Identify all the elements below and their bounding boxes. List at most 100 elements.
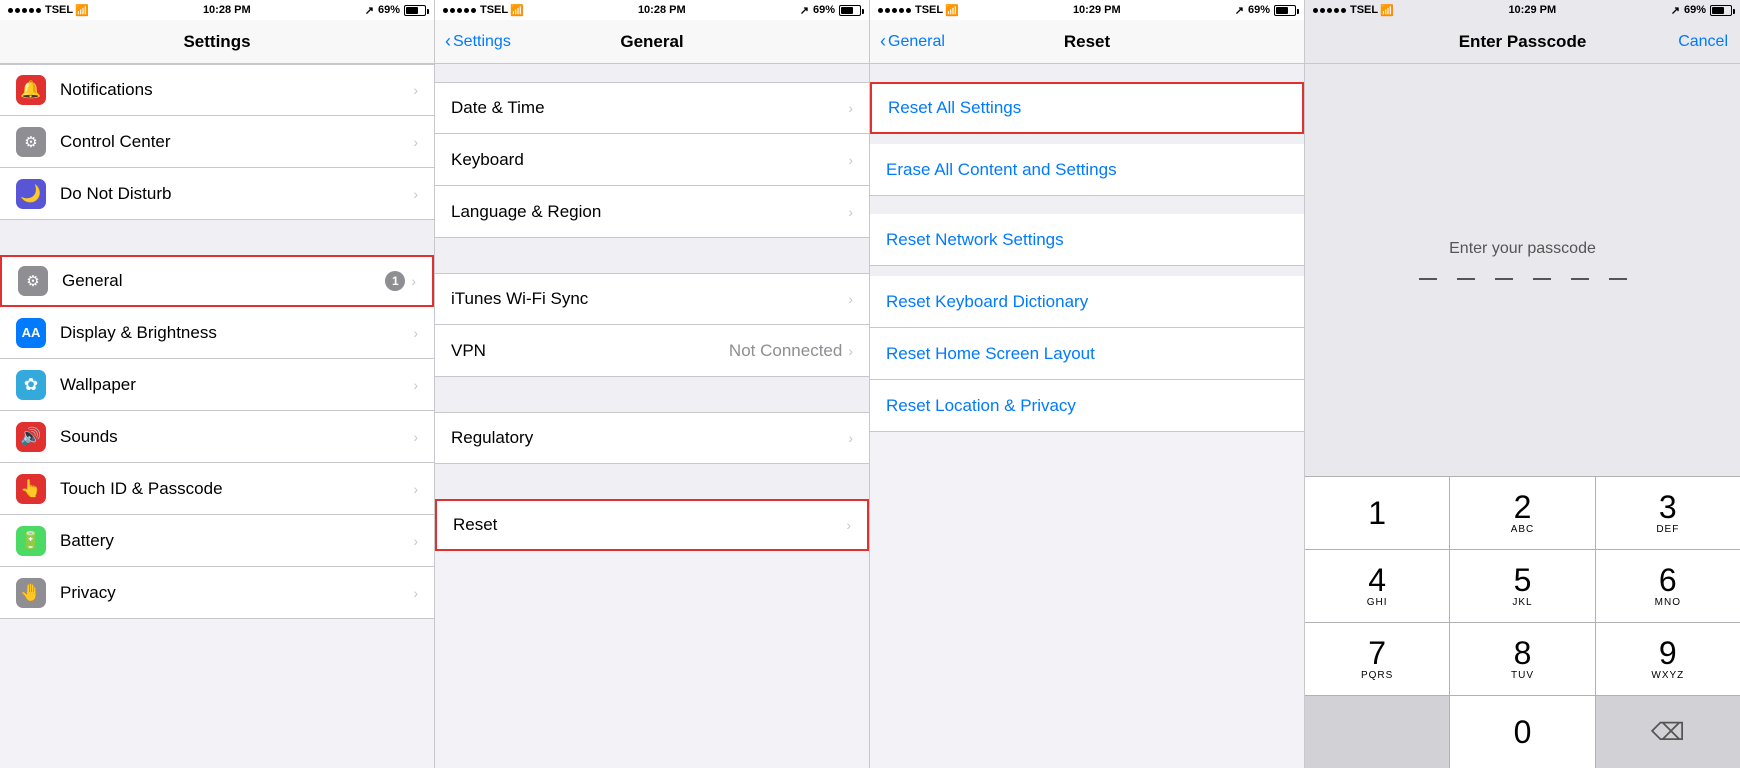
dot1: [8, 8, 13, 13]
key-5[interactable]: 5 JKL: [1450, 550, 1595, 622]
notifications-chevron: ›: [413, 82, 418, 98]
reset-network-label: Reset Network Settings: [886, 230, 1288, 250]
sidebar-item-battery[interactable]: 🔋 Battery ›: [0, 515, 434, 567]
key-4[interactable]: 4 GHI: [1305, 550, 1450, 622]
general-chevron: ›: [411, 273, 416, 289]
sidebar-item-touch-id[interactable]: 👆 Touch ID & Passcode ›: [0, 463, 434, 515]
notifications-label: Notifications: [60, 80, 413, 100]
general-item-date-time[interactable]: Date & Time ›: [435, 82, 869, 134]
vpn-value: Not Connected: [729, 341, 842, 361]
battery-icon-1: [404, 5, 426, 16]
sidebar-item-do-not-disturb[interactable]: 🌙 Do Not Disturb ›: [0, 168, 434, 220]
key-1-number: 1: [1368, 497, 1386, 529]
privacy-label: Privacy: [60, 583, 413, 603]
key-9-letters: WXYZ: [1651, 670, 1684, 681]
sidebar-item-general[interactable]: ⚙ General 1 ›: [0, 255, 434, 307]
status-bar-4: TSEL 📶 10:29 PM ↗ 69%: [1305, 0, 1740, 20]
nav-title-reset: Reset: [1064, 32, 1110, 52]
passcode-dash-1: [1419, 278, 1437, 280]
carrier-1: TSEL: [45, 4, 73, 16]
key-9-number: 9: [1659, 637, 1677, 669]
key-1[interactable]: 1: [1305, 477, 1450, 549]
status-bar-2: TSEL 📶 10:28 PM ↗ 69%: [435, 0, 869, 20]
gps-icon-4: ↗: [1671, 4, 1680, 17]
nav-bar-passcode: Enter Passcode Cancel: [1305, 20, 1740, 64]
reset-item-keyboard[interactable]: Reset Keyboard Dictionary: [870, 276, 1304, 328]
general-item-vpn[interactable]: VPN Not Connected ›: [435, 325, 869, 377]
key-7-letters: PQRS: [1361, 670, 1393, 681]
key-2-letters: ABC: [1511, 524, 1535, 535]
passcode-dash-4: [1533, 278, 1551, 280]
wifi-icon-1: 📶: [75, 4, 89, 17]
dot5: [36, 8, 41, 13]
battery-icon-2: [839, 5, 861, 16]
passcode-input-dots: [1419, 278, 1627, 280]
reset-item-erase-all[interactable]: Erase All Content and Settings: [870, 144, 1304, 196]
sidebar-item-privacy[interactable]: 🤚 Privacy ›: [0, 567, 434, 619]
general-badge: 1: [385, 271, 405, 291]
reset-item-home-screen[interactable]: Reset Home Screen Layout: [870, 328, 1304, 380]
erase-all-label: Erase All Content and Settings: [886, 160, 1288, 180]
sounds-icon: 🔊: [16, 422, 46, 452]
key-7-number: 7: [1368, 637, 1386, 669]
reset-item-network[interactable]: Reset Network Settings: [870, 214, 1304, 266]
general-item-reset[interactable]: Reset ›: [435, 499, 869, 551]
battery-pct-3: 69%: [1248, 4, 1270, 16]
general-section-2: iTunes Wi-Fi Sync › VPN Not Connected ›: [435, 273, 869, 377]
time-1: 10:28 PM: [203, 4, 251, 16]
battery-chevron: ›: [413, 533, 418, 549]
signal-dots-2: [443, 8, 476, 13]
key-0-number: 0: [1514, 716, 1532, 748]
key-0[interactable]: 0: [1450, 696, 1595, 768]
reset-item-location[interactable]: Reset Location & Privacy: [870, 380, 1304, 432]
reset-all-settings-label: Reset All Settings: [888, 98, 1286, 118]
vpn-label: VPN: [451, 341, 729, 361]
status-right-4: ↗ 69%: [1671, 4, 1732, 17]
general-item-itunes[interactable]: iTunes Wi-Fi Sync ›: [435, 273, 869, 325]
carrier-4: TSEL: [1350, 4, 1378, 16]
nav-bar-reset: ‹ General Reset: [870, 20, 1304, 64]
key-7[interactable]: 7 PQRS: [1305, 623, 1450, 695]
sidebar-item-wallpaper[interactable]: ✿ Wallpaper ›: [0, 359, 434, 411]
key-delete[interactable]: ⌫: [1596, 696, 1740, 768]
sidebar-item-sounds[interactable]: 🔊 Sounds ›: [0, 411, 434, 463]
sidebar-item-control-center[interactable]: ⚙ Control Center ›: [0, 116, 434, 168]
separator-g3: [435, 464, 869, 499]
reset-keyboard-label: Reset Keyboard Dictionary: [886, 292, 1288, 312]
reset-panel: TSEL 📶 10:29 PM ↗ 69% ‹ General Reset Re…: [870, 0, 1305, 768]
general-item-keyboard[interactable]: Keyboard ›: [435, 134, 869, 186]
do-not-disturb-label: Do Not Disturb: [60, 184, 413, 204]
general-section-3: Regulatory ›: [435, 412, 869, 464]
control-center-icon: ⚙: [16, 127, 46, 157]
back-to-settings[interactable]: ‹ Settings: [445, 31, 511, 52]
touch-id-label: Touch ID & Passcode: [60, 479, 413, 499]
reset-item-all-settings[interactable]: Reset All Settings: [870, 82, 1304, 134]
key-8[interactable]: 8 TUV: [1450, 623, 1595, 695]
key-2[interactable]: 2 ABC: [1450, 477, 1595, 549]
wallpaper-chevron: ›: [413, 377, 418, 393]
dot3: [22, 8, 27, 13]
control-center-label: Control Center: [60, 132, 413, 152]
cancel-button[interactable]: Cancel: [1678, 33, 1728, 51]
key-6[interactable]: 6 MNO: [1596, 550, 1740, 622]
status-right-3: ↗ 69%: [1235, 4, 1296, 17]
key-3-letters: DEF: [1656, 524, 1679, 535]
general-item-regulatory[interactable]: Regulatory ›: [435, 412, 869, 464]
keypad-row-4: 0 ⌫: [1305, 695, 1740, 768]
control-center-chevron: ›: [413, 134, 418, 150]
key-3-number: 3: [1659, 491, 1677, 523]
keypad-row-3: 7 PQRS 8 TUV 9 WXYZ: [1305, 622, 1740, 695]
sidebar-item-display-brightness[interactable]: AA Display & Brightness ›: [0, 307, 434, 359]
key-9[interactable]: 9 WXYZ: [1596, 623, 1740, 695]
signal-dots-1: [8, 8, 41, 13]
keyboard-chevron: ›: [848, 152, 853, 168]
battery-pct-1: 69%: [378, 4, 400, 16]
do-not-disturb-icon: 🌙: [16, 179, 46, 209]
key-3[interactable]: 3 DEF: [1596, 477, 1740, 549]
general-item-language[interactable]: Language & Region ›: [435, 186, 869, 238]
battery-icon-3: [1274, 5, 1296, 16]
vpn-chevron: ›: [848, 343, 853, 359]
back-to-general[interactable]: ‹ General: [880, 31, 945, 52]
sidebar-item-notifications[interactable]: 🔔 Notifications ›: [0, 64, 434, 116]
passcode-panel: TSEL 📶 10:29 PM ↗ 69% Enter Passcode Can…: [1305, 0, 1740, 768]
